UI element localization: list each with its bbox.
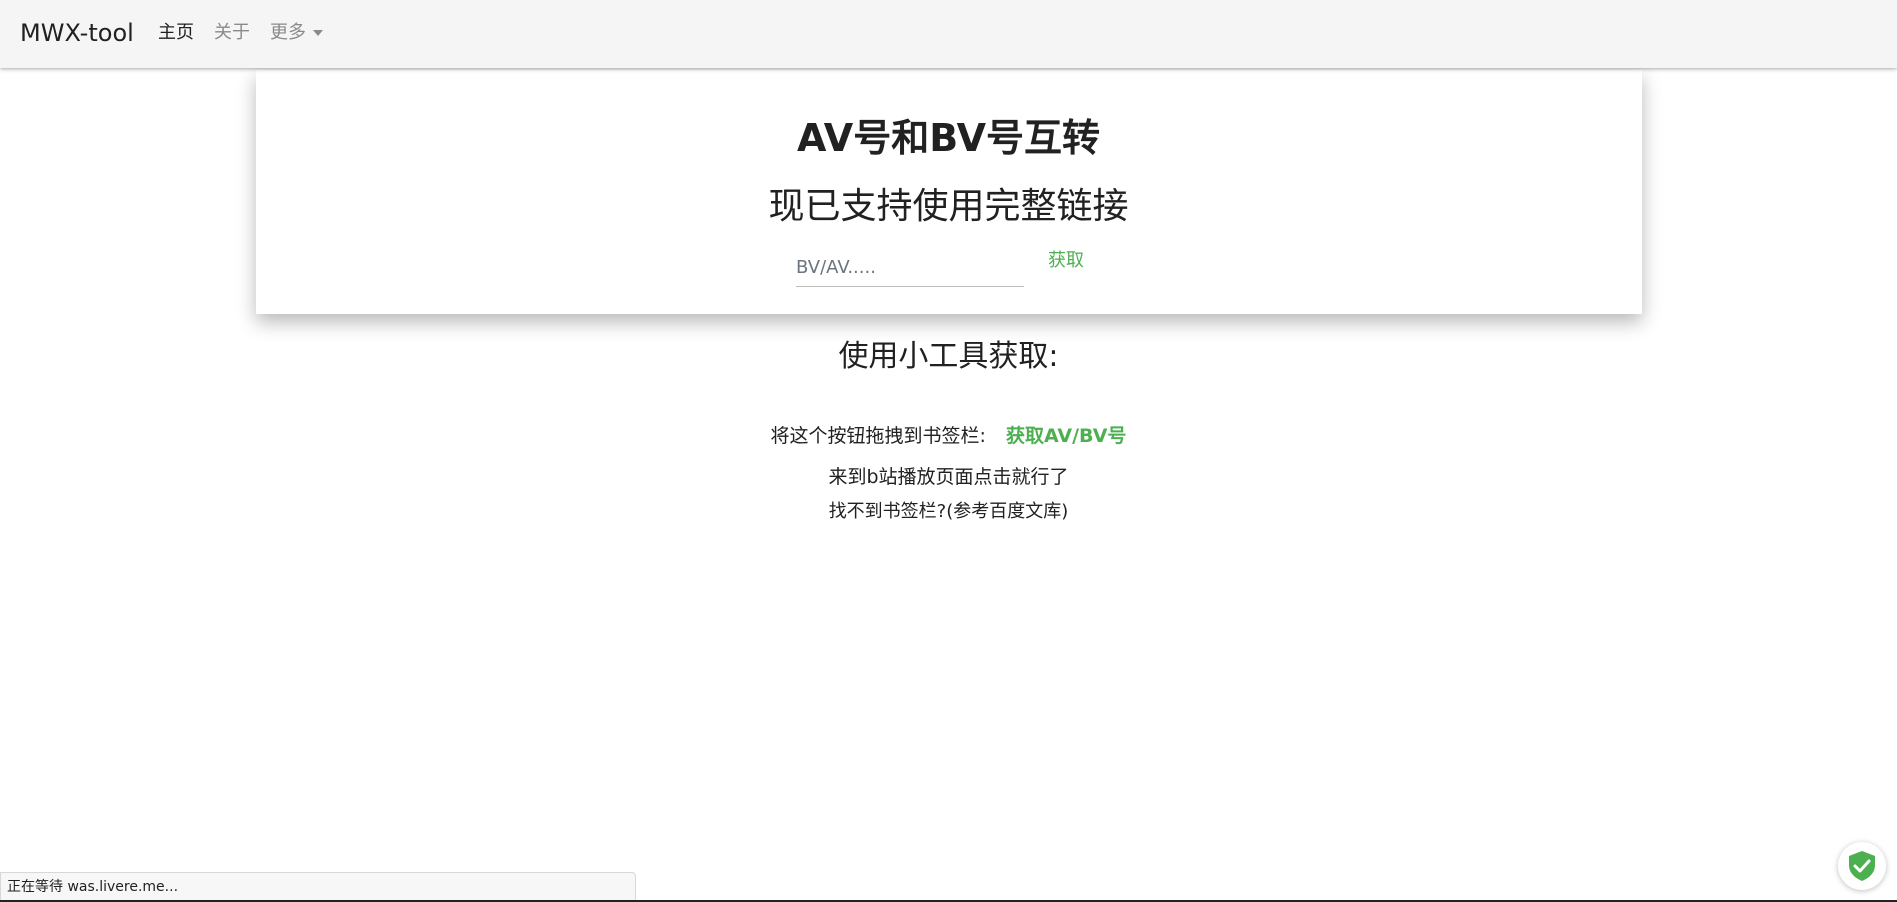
bookmark-help-link[interactable]: 找不到书签栏?(参考百度文库) (0, 499, 1897, 525)
bookmarklet-button[interactable]: 获取AV/BV号 (1006, 425, 1126, 447)
bookmarklet-row: 将这个按钮拖拽到书签栏: 获取AV/BV号 (0, 422, 1897, 450)
security-badge-button[interactable] (1838, 842, 1886, 890)
nav-item-home[interactable]: 主页 (158, 20, 194, 46)
nav-item-about[interactable]: 关于 (214, 20, 250, 46)
caret-down-icon (313, 30, 323, 36)
page-subtitle: 现已支持使用完整链接 (768, 186, 1129, 227)
fetch-button[interactable]: 获取 (1048, 248, 1084, 274)
bv-av-input[interactable] (796, 248, 1024, 287)
page-title: AV号和BV号互转 (796, 116, 1101, 160)
shield-check-icon (1849, 851, 1875, 881)
brand-logo[interactable]: MWX-tool (20, 16, 134, 50)
tool-section-heading: 使用小工具获取: (838, 339, 1059, 374)
usage-hint: 来到b站播放页面点击就行了 (828, 466, 1069, 488)
navbar: MWX-tool 主页 关于 更多 (0, 0, 1897, 68)
drag-instruction: 将这个按钮拖拽到书签栏: (770, 425, 986, 447)
nav-item-more-label: 更多 (270, 22, 306, 43)
nav-links: 主页 关于 更多 (158, 20, 323, 46)
nav-item-more[interactable]: 更多 (270, 20, 323, 46)
browser-status-bar: 正在等待 was.livere.me... (0, 872, 636, 900)
